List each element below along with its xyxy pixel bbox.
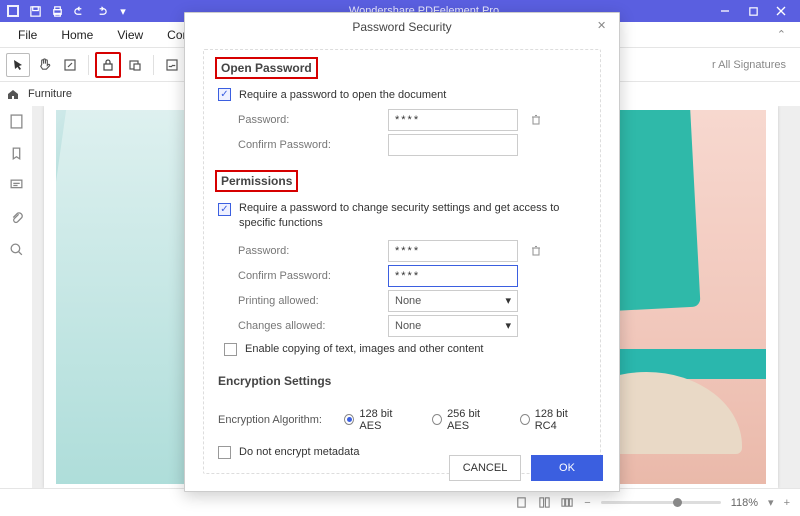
printing-label: Printing allowed: [238,295,388,307]
view-mode-2-icon[interactable] [538,496,551,509]
enable-copy-label: Enable copying of text, images and other… [245,343,484,355]
open-password-input[interactable]: **** [388,109,518,131]
changes-label: Changes allowed: [238,320,388,332]
minimize-icon[interactable] [718,4,732,18]
toolbar-divider [88,55,89,75]
changes-value: None [395,320,421,332]
open-confirm-input[interactable] [388,134,518,156]
zoom-out-icon[interactable]: − [584,497,590,509]
chevron-down-icon: ▾ [505,319,511,332]
perm-require-label: Require a password to change security se… [239,201,569,232]
printing-select[interactable]: None ▾ [388,290,518,312]
quick-icons: ▾ [6,4,130,18]
sign-tool-icon[interactable] [160,53,184,77]
meta-checkbox[interactable] [218,446,231,459]
menu-home[interactable]: Home [49,28,105,42]
algo-radio-group: 128 bit AES 256 bit AES 128 bit RC4 [344,408,586,432]
open-require-label: Require a password to open the document [239,89,446,101]
thumbnails-icon[interactable] [7,112,25,130]
enable-copy-checkbox[interactable] [224,343,237,356]
print-icon[interactable] [50,4,64,18]
password-security-dialog: Password Security ✕ Open Password ✓ Requ… [184,12,620,492]
undo-icon[interactable] [72,4,86,18]
attachment-icon[interactable] [7,208,25,226]
home-icon[interactable] [6,87,20,101]
delete-icon[interactable] [528,112,544,128]
perm-require-checkbox[interactable]: ✓ [218,203,231,216]
open-require-checkbox[interactable]: ✓ [218,88,231,101]
maximize-icon[interactable] [746,4,760,18]
algo-label: Encryption Algorithm: [218,414,336,426]
open-password-label: Password: [238,114,388,126]
open-confirm-label: Confirm Password: [238,139,388,151]
zoom-slider[interactable] [601,501,721,504]
radio-icon [520,414,530,425]
app-logo-icon [6,4,20,18]
dialog-footer: CANCEL OK [449,455,603,481]
edit-tool-icon[interactable] [58,53,82,77]
radio-icon [432,414,442,425]
menu-file[interactable]: File [6,28,49,42]
zoom-in-icon[interactable]: + [784,497,790,509]
hand-tool-icon[interactable] [32,53,56,77]
redo-icon[interactable] [94,4,108,18]
changes-select[interactable]: None ▾ [388,315,518,337]
perm-password-input[interactable]: **** [388,240,518,262]
redact-tool-icon[interactable] [123,53,147,77]
encryption-heading: Encryption Settings [218,374,331,388]
signatures-label[interactable]: r All Signatures [712,59,794,71]
dialog-body: Open Password ✓ Require a password to op… [185,41,619,474]
collapse-ribbon-icon[interactable]: ⌃ [777,28,794,41]
delete-icon[interactable] [528,243,544,259]
comment-icon[interactable] [7,176,25,194]
dialog-section-wrap: Open Password ✓ Require a password to op… [203,49,601,474]
window-buttons [718,4,794,18]
printing-value: None [395,295,421,307]
meta-label: Do not encrypt metadata [239,446,359,458]
algo-128aes-radio[interactable]: 128 bit AES [344,408,410,432]
permissions-heading: Permissions [218,173,295,189]
select-tool-icon[interactable] [6,53,30,77]
algo-128rc4-radio[interactable]: 128 bit RC4 [520,408,586,432]
side-toolbar [0,106,32,488]
bookmark-icon[interactable] [7,144,25,162]
breadcrumb-doc[interactable]: Furniture [28,88,72,100]
zoom-caret-icon[interactable]: ▾ [768,496,774,509]
toolbar-divider [153,55,154,75]
dropdown-icon[interactable]: ▾ [116,4,130,18]
close-icon[interactable] [774,4,788,18]
open-password-heading: Open Password [218,60,315,76]
perm-password-label: Password: [238,245,388,257]
radio-icon [344,414,354,425]
view-mode-icon[interactable] [515,496,528,509]
dialog-close-icon[interactable]: ✕ [597,19,611,33]
password-tool-icon[interactable] [95,52,121,78]
dialog-title: Password Security [185,13,619,41]
menu-view[interactable]: View [105,28,155,42]
algo-256aes-radio[interactable]: 256 bit AES [432,408,498,432]
search-panel-icon[interactable] [7,240,25,258]
zoom-value: 118% [731,497,758,509]
cancel-button[interactable]: CANCEL [449,455,521,481]
chevron-down-icon: ▾ [505,294,511,307]
perm-confirm-label: Confirm Password: [238,270,388,282]
save-icon[interactable] [28,4,42,18]
view-mode-3-icon[interactable] [561,496,574,509]
ok-button[interactable]: OK [531,455,603,481]
perm-confirm-input[interactable]: **** [388,265,518,287]
statusbar: − 118% ▾ + [0,488,800,516]
